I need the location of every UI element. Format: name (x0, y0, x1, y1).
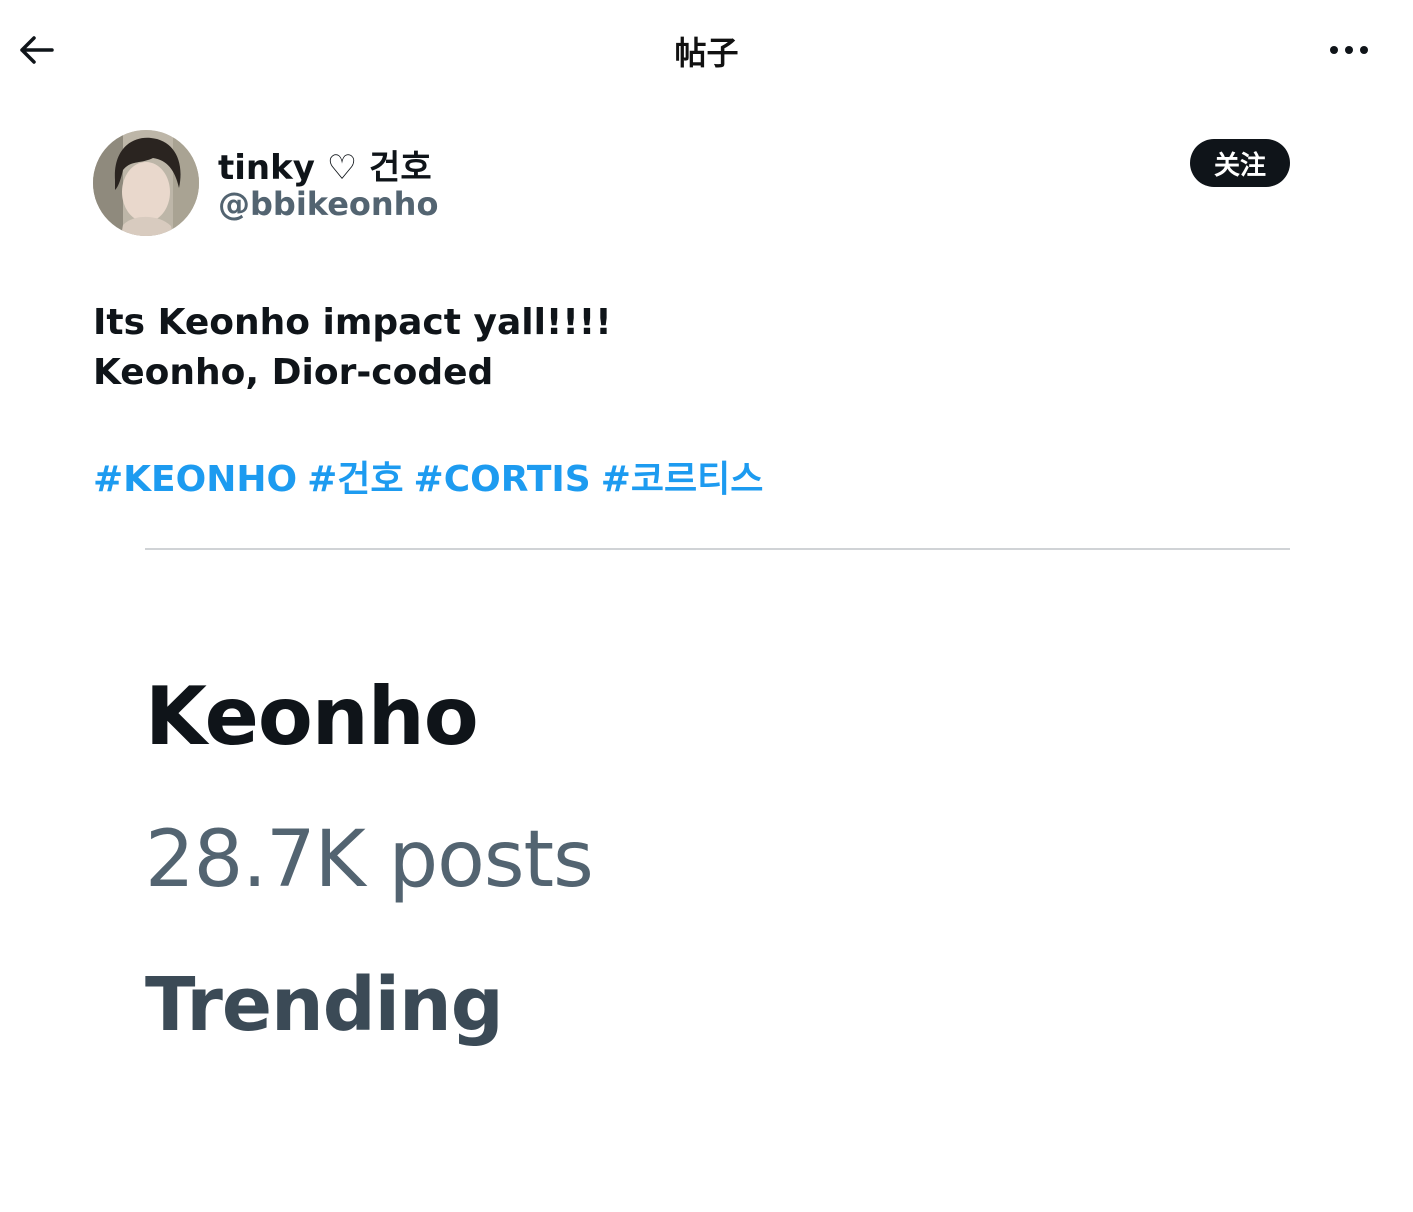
embedded-trend-count: 28.7K posts (145, 815, 594, 905)
hashtag-link[interactable]: #KEONHO (93, 459, 297, 500)
post-text-line: Keonho, Dior-coded (93, 352, 494, 393)
author-display-name[interactable]: tinky ♡ 건호 (218, 140, 432, 189)
top-bar: 帖子 (0, 0, 1413, 100)
hashtag-list: #KEONHO #건호 #CORTIS #코르티스 (93, 450, 773, 502)
more-horizontal-icon (1330, 46, 1368, 54)
author-handle[interactable]: @bbikeonho (218, 185, 438, 223)
follow-button[interactable]: 关注 (1190, 139, 1290, 187)
hashtag-link[interactable]: #건호 (307, 459, 403, 500)
embedded-trend-title: Keonho (145, 670, 479, 763)
page-title: 帖子 (674, 34, 739, 72)
post-text-line: Its Keonho impact yall!!!! (93, 302, 612, 343)
image-top-divider (145, 548, 1290, 550)
embedded-trend-status: Trending (145, 962, 504, 1048)
more-button[interactable] (1322, 32, 1376, 68)
post-body: Its Keonho impact yall!!!! Keonho, Dior-… (93, 298, 612, 398)
hashtag-link[interactable]: #CORTIS (414, 459, 591, 500)
avatar[interactable] (93, 130, 199, 236)
hashtag-link[interactable]: #코르티스 (601, 459, 764, 500)
avatar-photo (93, 130, 199, 236)
